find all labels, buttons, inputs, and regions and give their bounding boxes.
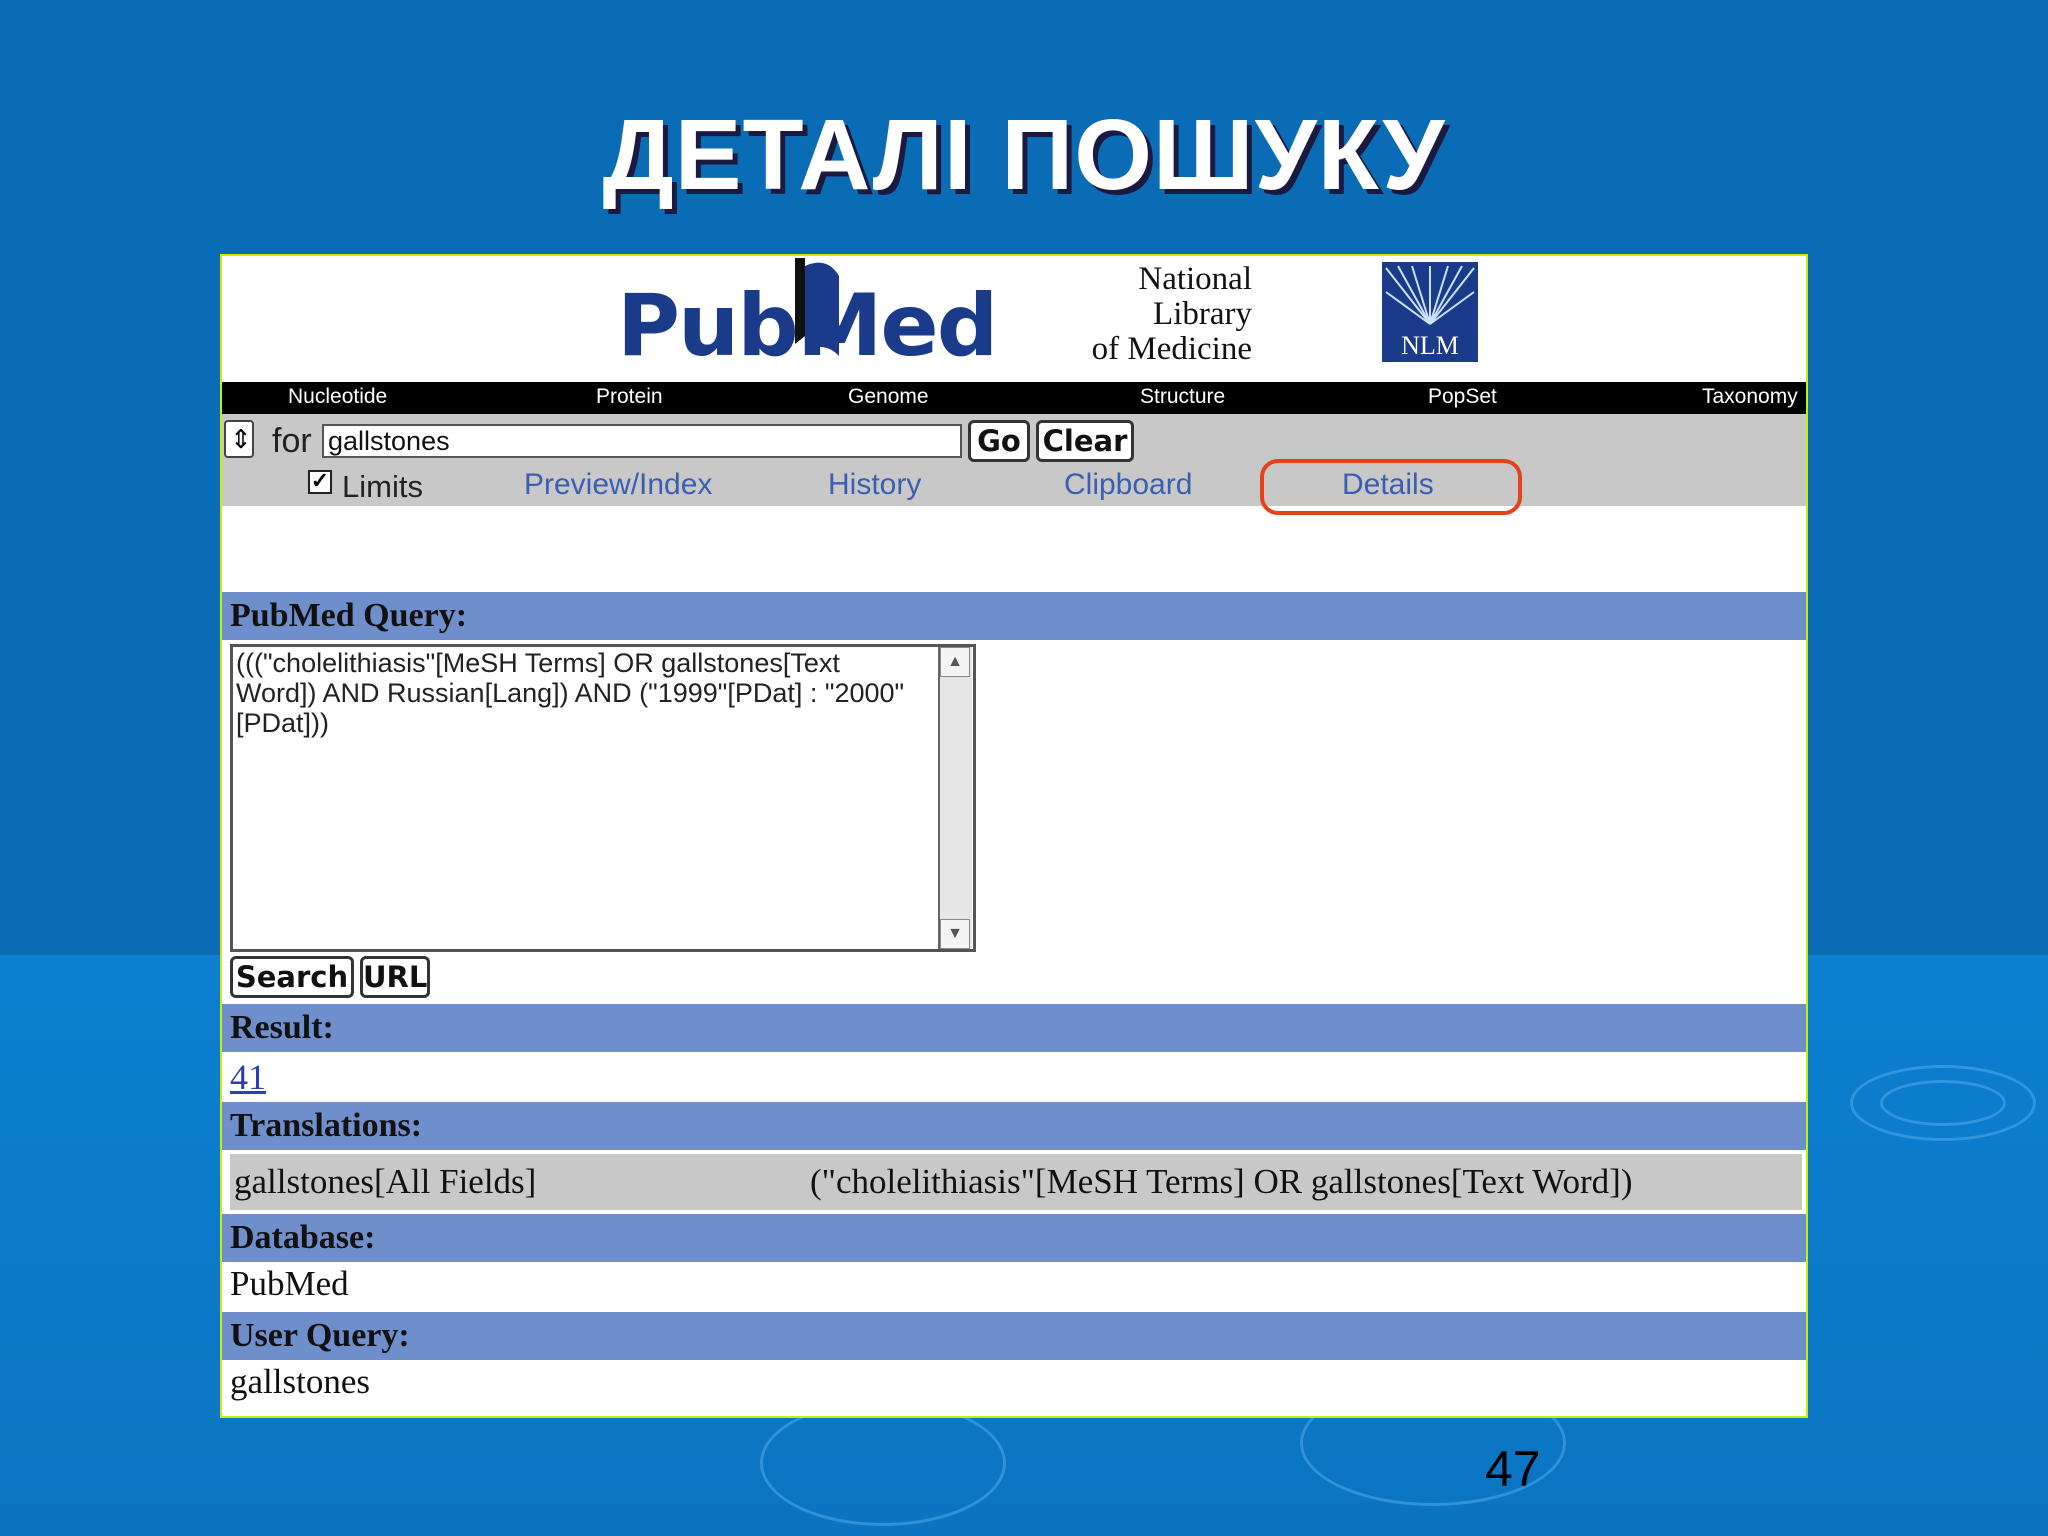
search-input[interactable]: gallstones xyxy=(322,424,962,458)
scroll-down-icon[interactable]: ▼ xyxy=(940,919,970,949)
user-query-heading: User Query: xyxy=(222,1312,1806,1360)
database-value: PubMed xyxy=(230,1264,349,1303)
limits-checkbox[interactable]: ✓ xyxy=(308,470,332,494)
result-heading: Result: xyxy=(222,1004,1806,1052)
pubmed-screenshot: PubMed National Library of Medicine NLM … xyxy=(220,254,1808,1418)
nlm-logo-icon: NLM xyxy=(1382,262,1478,362)
nav-item-popset[interactable]: PopSet xyxy=(1428,385,1497,409)
nlm-line: of Medicine xyxy=(1091,331,1252,367)
translations-heading: Translations: xyxy=(222,1102,1806,1150)
database-navbar: Nucleotide Protein Genome Structure PopS… xyxy=(222,382,1806,414)
query-scrollbar[interactable]: ▲ ▼ xyxy=(938,647,972,949)
for-label: for xyxy=(272,422,312,460)
search-button[interactable]: Search xyxy=(230,956,354,998)
nlm-badge: NLM xyxy=(1401,331,1459,360)
query-text: ((("cholelithiasis"[MeSH Terms] OR galls… xyxy=(236,648,905,738)
decorative-ring xyxy=(760,1400,1006,1526)
database-select-stepper[interactable]: ⇕ xyxy=(224,420,254,458)
tab-history[interactable]: History xyxy=(828,468,921,502)
details-highlight-ring xyxy=(1260,459,1522,515)
clear-button[interactable]: Clear xyxy=(1036,420,1134,462)
translation-term: gallstones[All Fields] xyxy=(234,1162,537,1201)
nav-item-protein[interactable]: Protein xyxy=(596,385,663,409)
decorative-ring xyxy=(1850,1065,2036,1141)
translation-value: ("cholelithiasis"[MeSH Terms] OR gallsto… xyxy=(810,1162,1633,1201)
nav-item-taxonomy[interactable]: Taxonomy xyxy=(1702,385,1798,409)
book-icon xyxy=(795,258,839,356)
nav-item-structure[interactable]: Structure xyxy=(1140,385,1225,409)
tab-limits[interactable]: Limits xyxy=(342,469,423,505)
nlm-name: National Library of Medicine xyxy=(852,262,1252,367)
slide-title: ДЕТАЛІ ПОШУКУ xyxy=(602,99,1446,211)
tab-clipboard[interactable]: Clipboard xyxy=(1064,468,1192,502)
database-heading: Database: xyxy=(222,1214,1806,1262)
translation-row: gallstones[All Fields] ("cholelithiasis"… xyxy=(230,1154,1802,1210)
stepper-arrows-icon: ⇕ xyxy=(230,424,252,454)
page-number: 47 xyxy=(1485,1441,1541,1497)
scroll-up-icon[interactable]: ▲ xyxy=(940,647,970,677)
query-heading: PubMed Query: xyxy=(222,592,1806,640)
nlm-line: Library xyxy=(1153,296,1252,332)
tab-preview-index[interactable]: Preview/Index xyxy=(524,468,712,502)
url-button[interactable]: URL xyxy=(360,956,430,998)
nlm-line: National xyxy=(1138,261,1252,297)
user-query-value: gallstones xyxy=(230,1362,370,1401)
go-button[interactable]: Go xyxy=(968,420,1030,462)
result-count-link[interactable]: 41 xyxy=(230,1056,266,1098)
nav-item-genome[interactable]: Genome xyxy=(848,385,929,409)
nav-item-nucleotide[interactable]: Nucleotide xyxy=(288,385,387,409)
